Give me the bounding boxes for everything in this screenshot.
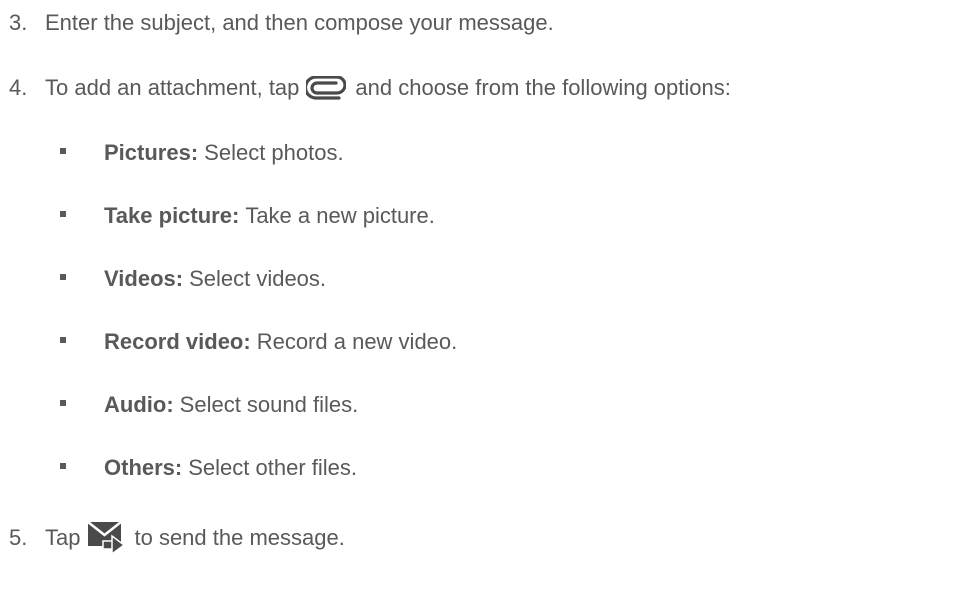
option-term: Take picture:: [104, 203, 240, 228]
option-others: Others: Select other files.: [60, 451, 357, 485]
step-number: 3.: [9, 10, 28, 35]
option-videos: Videos: Select videos.: [60, 262, 326, 296]
option-record-video: Record video: Record a new video.: [60, 325, 457, 359]
step-text-before: Tap: [45, 525, 81, 550]
bullet-marker: [60, 211, 66, 217]
option-term: Videos:: [104, 266, 184, 291]
option-term: Pictures:: [104, 140, 199, 165]
option-term: Record video:: [104, 329, 251, 354]
step-4: 4. To add an attachment, tap and choose …: [9, 71, 731, 105]
send-message-icon: [87, 521, 126, 555]
option-pictures: Pictures: Select photos.: [60, 136, 344, 170]
option-description: Select other files.: [188, 455, 357, 480]
option-description: Record a new video.: [256, 329, 458, 354]
bullet-marker: [60, 337, 66, 343]
step-number: 4.: [9, 75, 28, 100]
bullet-marker: [60, 274, 66, 280]
bullet-marker: [60, 463, 66, 469]
step-text-after: and choose from the following options:: [355, 75, 731, 100]
option-description: Select videos.: [189, 266, 327, 291]
step-text-after: to send the message.: [134, 525, 345, 550]
option-audio: Audio: Select sound files.: [60, 388, 358, 422]
option-description: Take a new picture.: [245, 203, 435, 228]
step-3: 3. Enter the subject, and then compose y…: [9, 6, 554, 40]
paperclip-icon: [306, 76, 347, 100]
step-5: 5. Tap to send the message.: [9, 521, 345, 555]
option-take-picture: Take picture: Take a new picture.: [60, 199, 435, 233]
option-description: Select photos.: [204, 140, 344, 165]
option-term: Others:: [104, 455, 183, 480]
option-description: Select sound files.: [179, 392, 359, 417]
bullet-marker: [60, 400, 66, 406]
step-number: 5.: [9, 525, 28, 550]
step-text-before: To add an attachment, tap: [45, 75, 300, 100]
step-text: Enter the subject, and then compose your…: [45, 10, 554, 35]
bullet-marker: [60, 148, 66, 154]
option-term: Audio:: [104, 392, 174, 417]
